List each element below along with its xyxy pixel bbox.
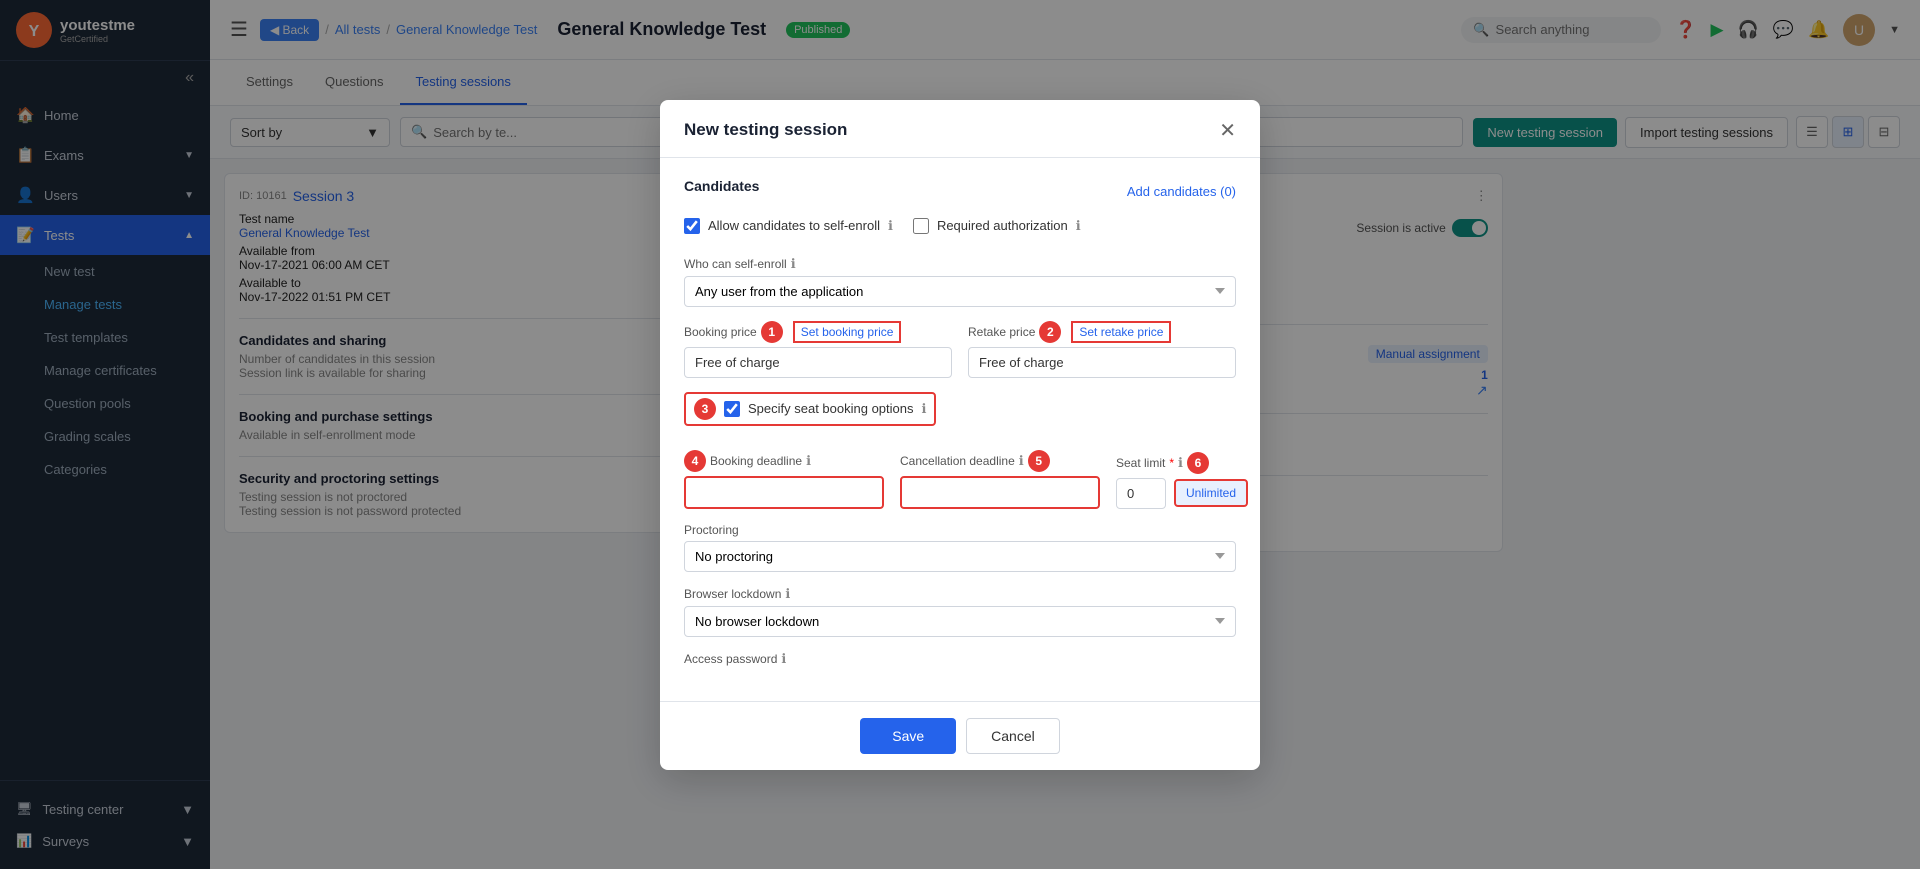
required-auth-label: Required authorization (937, 218, 1068, 233)
access-password-section: Access password ℹ (684, 651, 1236, 667)
booking-price-label: Booking price 1 Set booking price (684, 321, 952, 343)
set-booking-price-link[interactable]: Set booking price (793, 321, 902, 343)
who-can-label: Who can self-enroll ℹ (684, 256, 1236, 272)
booking-price-group: Booking price 1 Set booking price (684, 321, 952, 378)
modal-title: New testing session (684, 120, 847, 140)
badge-1: 1 (761, 321, 783, 343)
add-candidates-link[interactable]: Add candidates (0) (1127, 184, 1236, 199)
who-can-dropdown[interactable]: Any user from the application Specific g… (684, 276, 1236, 307)
required-auth-info-icon[interactable]: ℹ (1076, 218, 1081, 234)
specify-seat-info-icon[interactable]: ℹ (922, 401, 927, 417)
badge-4: 4 (684, 450, 706, 472)
modal-overlay: New testing session ✕ Candidates Add can… (0, 0, 1920, 869)
allow-self-enroll-row: Allow candidates to self-enroll ℹ (684, 218, 893, 234)
cancellation-deadline-label: Cancellation deadline ℹ 5 (900, 450, 1100, 472)
access-password-info-icon[interactable]: ℹ (781, 651, 786, 667)
access-password-label: Access password ℹ (684, 651, 1236, 667)
seat-limit-info-icon[interactable]: ℹ (1178, 455, 1183, 471)
cancel-button[interactable]: Cancel (966, 718, 1060, 754)
browser-lockdown-dropdown[interactable]: No browser lockdown With browser lockdow… (684, 606, 1236, 637)
booking-deadline-input[interactable] (684, 476, 884, 509)
retake-price-label: Retake price 2 Set retake price (968, 321, 1236, 343)
required-auth-row: Required authorization ℹ (913, 218, 1081, 234)
booking-deadline-info-icon[interactable]: ℹ (806, 453, 811, 469)
seat-limit-group: Seat limit * ℹ 6 Unlimited (1116, 452, 1248, 509)
modal-close-button[interactable]: ✕ (1219, 118, 1236, 143)
modal-footer: Save Cancel (660, 701, 1260, 770)
new-testing-session-modal: New testing session ✕ Candidates Add can… (660, 100, 1260, 770)
specify-seat-checkbox[interactable] (724, 401, 740, 417)
candidates-section-header: Candidates Add candidates (0) (684, 178, 1236, 206)
cancellation-deadline-input[interactable] (900, 476, 1100, 509)
candidates-section-title: Candidates (684, 178, 759, 194)
specify-seat-row: 3 Specify seat booking options ℹ (684, 392, 936, 426)
allow-self-enroll-checkbox[interactable] (684, 218, 700, 234)
seat-limit-label: Seat limit * ℹ 6 (1116, 452, 1248, 474)
set-retake-price-link[interactable]: Set retake price (1071, 321, 1171, 343)
proctoring-dropdown[interactable]: No proctoring With proctoring (684, 541, 1236, 572)
proctoring-group: Proctoring No proctoring With proctoring (684, 523, 1236, 572)
retake-price-input[interactable] (968, 347, 1236, 378)
allow-self-enroll-info-icon[interactable]: ℹ (888, 218, 893, 234)
booking-price-input[interactable] (684, 347, 952, 378)
badge-3: 3 (694, 398, 716, 420)
allow-self-enroll-label: Allow candidates to self-enroll (708, 218, 880, 233)
browser-lockdown-group: Browser lockdown ℹ No browser lockdown W… (684, 586, 1236, 637)
proctoring-label: Proctoring (684, 523, 1236, 537)
seat-limit-controls: Unlimited (1116, 478, 1248, 509)
who-can-self-enroll-group: Who can self-enroll ℹ Any user from the … (684, 256, 1236, 307)
badge-5: 5 (1028, 450, 1050, 472)
badge-6: 6 (1187, 452, 1209, 474)
required-auth-checkbox[interactable] (913, 218, 929, 234)
unlimited-button[interactable]: Unlimited (1174, 479, 1248, 507)
deadline-seat-row: 4 Booking deadline ℹ Cancellation deadli… (684, 450, 1236, 509)
booking-deadline-group: 4 Booking deadline ℹ (684, 450, 884, 509)
save-button[interactable]: Save (860, 718, 956, 754)
who-can-info-icon[interactable]: ℹ (791, 256, 796, 272)
cancellation-deadline-group: Cancellation deadline ℹ 5 (900, 450, 1100, 509)
seat-limit-input[interactable] (1116, 478, 1166, 509)
badge-2: 2 (1039, 321, 1061, 343)
booking-retake-price-row: Booking price 1 Set booking price Retake… (684, 321, 1236, 378)
modal-header: New testing session ✕ (660, 100, 1260, 158)
browser-lockdown-label: Browser lockdown ℹ (684, 586, 1236, 602)
browser-lockdown-info-icon[interactable]: ℹ (785, 586, 790, 602)
booking-deadline-label: 4 Booking deadline ℹ (684, 450, 884, 472)
cancellation-deadline-info-icon[interactable]: ℹ (1019, 453, 1024, 469)
modal-body: Candidates Add candidates (0) Allow cand… (660, 158, 1260, 701)
specify-seat-label: Specify seat booking options (748, 401, 914, 416)
retake-price-group: Retake price 2 Set retake price (968, 321, 1236, 378)
